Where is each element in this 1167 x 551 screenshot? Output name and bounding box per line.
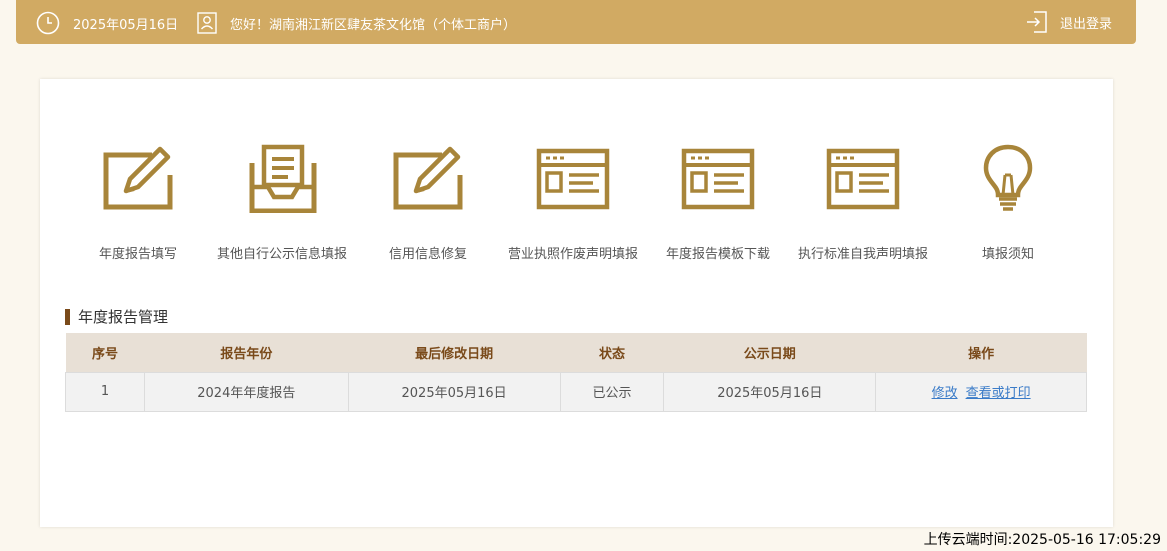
menu-label: 营业执照作废声明填报 xyxy=(507,247,638,262)
menu-label: 填报须知 xyxy=(981,247,1034,262)
logout-button[interactable]: 退出登录 xyxy=(1026,10,1112,34)
inbox-document-icon xyxy=(249,144,317,213)
cell-year: 2024年年度报告 xyxy=(143,371,349,412)
col-header-actions: 操作 xyxy=(875,333,1087,372)
edit-icon xyxy=(393,146,463,210)
logout-label: 退出登录 xyxy=(1059,16,1112,32)
report-table: 序号 报告年份 最后修改日期 状态 公示日期 操作 1 2024年年度报告 20… xyxy=(65,333,1087,412)
view-print-link[interactable]: 查看或打印 xyxy=(966,386,1031,401)
clock-icon xyxy=(36,11,60,35)
logout-icon xyxy=(1026,11,1047,33)
greeting-text: 您好！湖南湘江新区肆友茶文化馆（个体工商户） xyxy=(230,18,517,33)
menu-standard-self-declaration[interactable]: 执行标准自我声明填报 xyxy=(788,141,938,262)
browser-window-icon xyxy=(681,148,755,210)
col-header-index: 序号 xyxy=(65,333,145,372)
section-title-text: 年度报告管理 xyxy=(78,308,169,326)
menu-label: 年度报告模板下载 xyxy=(665,247,770,262)
title-marker xyxy=(65,308,70,325)
cell-modified: 2025年05月16日 xyxy=(347,371,561,412)
current-date: 2025年05月16日 xyxy=(73,18,179,33)
menu-other-publicity-fill[interactable]: 其他自行公示信息填报 xyxy=(207,141,357,262)
menu-label: 信用信息修复 xyxy=(388,247,467,262)
user-card-icon xyxy=(197,12,217,34)
section-title: 年度报告管理 xyxy=(65,306,168,327)
col-header-year: 报告年份 xyxy=(144,333,349,372)
menu-label: 执行标准自我声明填报 xyxy=(797,247,928,262)
browser-window-icon xyxy=(826,148,900,210)
table-header-row: 序号 报告年份 最后修改日期 状态 公示日期 操作 xyxy=(65,333,1087,372)
cell-actions: 修改 查看或打印 xyxy=(875,371,1087,412)
menu-credit-repair[interactable]: 信用信息修复 xyxy=(353,141,503,262)
menu-label: 年度报告填写 xyxy=(98,247,177,262)
function-menu: 年度报告填写 其他自行公示信息填报 信用信息修复 营业执照作废声明填报 年度报告… xyxy=(40,141,1113,271)
menu-filing-instructions[interactable]: 填报须知 xyxy=(933,141,1083,262)
col-header-status: 状态 xyxy=(560,333,664,372)
browser-window-icon xyxy=(536,148,610,210)
cell-status: 已公示 xyxy=(559,371,665,412)
cell-published: 2025年05月16日 xyxy=(663,371,877,412)
col-header-published: 公示日期 xyxy=(663,333,876,372)
upload-time: 上传云端时间:2025-05-16 17:05:29 xyxy=(923,532,1161,548)
cell-index: 1 xyxy=(65,371,145,412)
menu-report-template-download[interactable]: 年度报告模板下载 xyxy=(643,141,793,262)
table-row: 1 2024年年度报告 2025年05月16日 已公示 2025年05月16日 … xyxy=(65,371,1087,412)
col-header-modified: 最后修改日期 xyxy=(348,333,560,372)
edit-link[interactable]: 修改 xyxy=(932,386,958,401)
top-bar: 2025年05月16日 您好！湖南湘江新区肆友茶文化馆（个体工商户） 退出登录 xyxy=(16,0,1136,44)
menu-license-void-statement[interactable]: 营业执照作废声明填报 xyxy=(498,141,648,262)
main-card: 年度报告填写 其他自行公示信息填报 信用信息修复 营业执照作废声明填报 年度报告… xyxy=(40,79,1113,527)
menu-annual-report-fill[interactable]: 年度报告填写 xyxy=(63,141,213,262)
lightbulb-icon xyxy=(983,144,1033,211)
menu-label: 其他自行公示信息填报 xyxy=(216,247,347,262)
edit-icon xyxy=(103,146,173,210)
